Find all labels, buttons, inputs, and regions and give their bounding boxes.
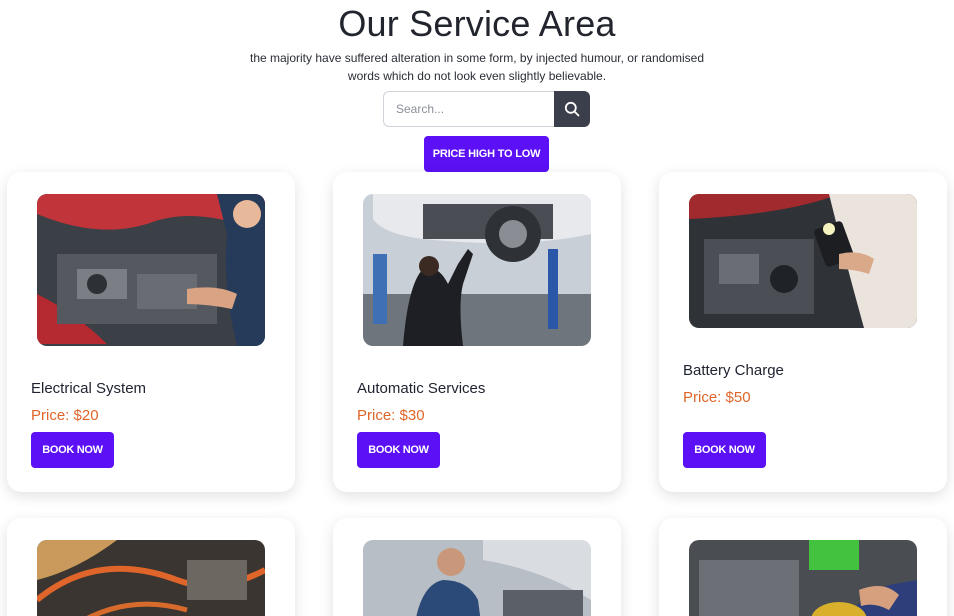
page-header: Our Service Area the majority have suffe… <box>0 0 954 85</box>
engine-repair-image <box>37 194 265 346</box>
service-card <box>659 518 947 616</box>
engine-cables-image <box>37 540 265 616</box>
service-price: Price: $20 <box>31 407 99 424</box>
service-card: Electrical System Price: $20 BOOK NOW <box>7 172 295 492</box>
book-now-button[interactable]: BOOK NOW <box>683 432 766 468</box>
book-now-button[interactable]: BOOK NOW <box>357 432 440 468</box>
search-input[interactable] <box>383 91 554 127</box>
service-price: Price: $50 <box>683 389 751 406</box>
service-price: Price: $30 <box>357 407 425 424</box>
service-card <box>333 518 621 616</box>
service-name: Automatic Services <box>357 380 486 397</box>
service-card: Automatic Services Price: $30 BOOK NOW <box>333 172 621 492</box>
service-card: Battery Charge Price: $50 BOOK NOW <box>659 172 947 492</box>
page-title: Our Service Area <box>338 3 616 44</box>
mechanic-image <box>363 540 591 616</box>
search-button[interactable] <box>554 91 590 127</box>
service-card <box>7 518 295 616</box>
service-name: Battery Charge <box>683 362 784 379</box>
search-bar <box>383 91 590 127</box>
oil-change-image <box>689 540 917 616</box>
book-now-button[interactable]: BOOK NOW <box>31 432 114 468</box>
page-subtitle: the majority have suffered alteration in… <box>249 51 704 83</box>
search-icon <box>564 101 580 117</box>
car-lift-image <box>363 194 591 346</box>
sort-price-button[interactable]: PRICE HIGH TO LOW <box>424 136 549 172</box>
battery-test-image <box>689 194 917 328</box>
service-name: Electrical System <box>31 380 147 397</box>
